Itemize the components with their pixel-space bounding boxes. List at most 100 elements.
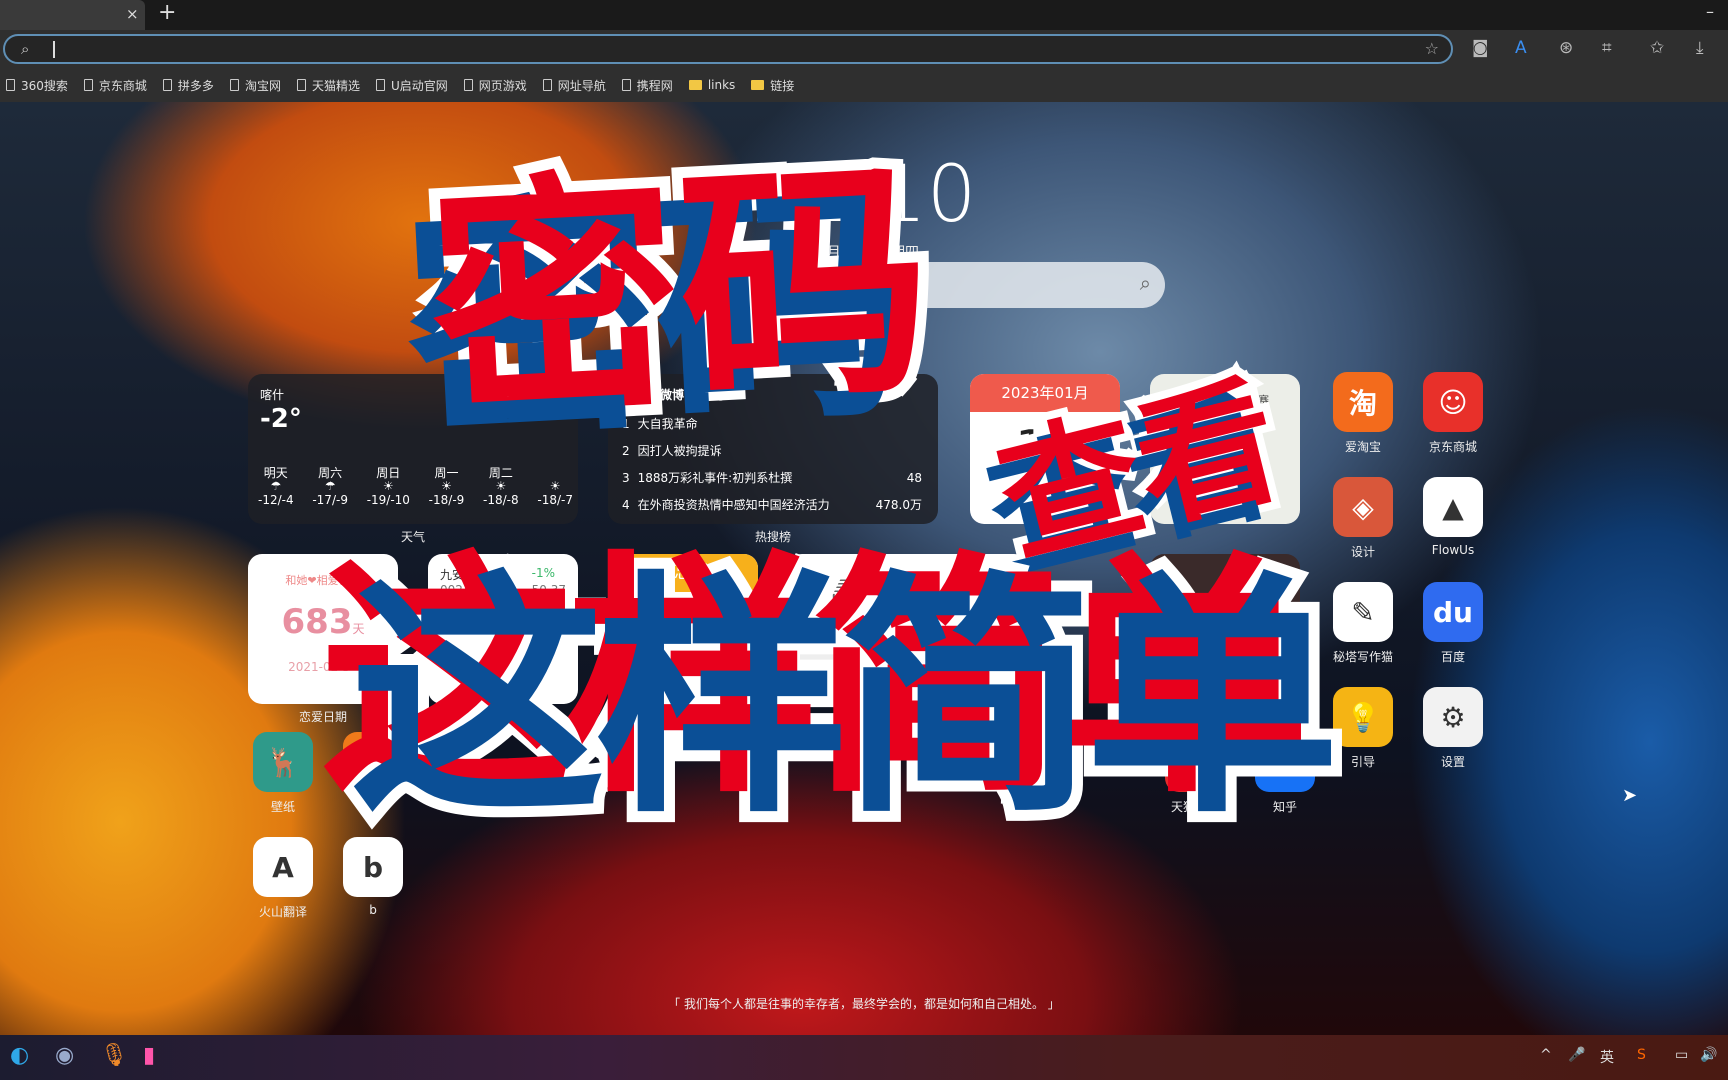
page-icon [162,79,172,91]
app-shortcut[interactable]: 🦌 壁纸 [238,732,328,815]
forecast-temp: -18/-9 [428,493,465,507]
bookmark-item[interactable]: 360搜索 [6,77,68,94]
app-shortcut[interactable]: ▲ FlowUs [1408,477,1498,560]
app-shortcut[interactable]: ✎ 秘塔写作猫 [1318,582,1408,665]
app-shortcut[interactable]: 💡 引导 [1318,687,1408,770]
bookmark-label: 拼多多 [177,78,214,93]
app-icon-4: ✎ [1333,582,1393,642]
hot-item[interactable]: 3 1888万彩礼事件:初判系杜撰 48 [622,464,922,491]
bookmark-item[interactable]: 淘宝网 [229,77,281,94]
forecast-temp: -19/-10 [366,493,410,507]
app-icon-2: ◈ [1333,477,1393,537]
app-shortcut[interactable]: 淘爱淘宝 [1318,372,1408,455]
app-label: 设计 [1350,545,1375,559]
tab-bar [0,0,1728,30]
app-grid-right: 淘爱淘宝 ☺ 京东商城 ◈ 设计 ▲ FlowUs ✎ 秘塔写作猫 du 百度 💡 引导 ⚙ 设置 [1318,372,1498,770]
browser-tab[interactable] [0,0,145,30]
favorites-icon[interactable]: ✩ [1650,38,1664,58]
app-shortcut[interactable]: bb [328,837,418,920]
sogou-icon[interactable]: S [1637,1047,1646,1063]
hot-title: 在外商投资热情中感知中国经济活力 [637,498,830,512]
app-label: b [369,903,377,917]
weather-icon: ☀ [495,479,507,493]
app-shortcut[interactable]: ◈ 设计 [1318,477,1408,560]
bookmark-item[interactable]: 携程网 [621,77,673,94]
forecast-day-name [537,464,573,479]
hot-item[interactable]: 2 因打人被拘提诉 [622,437,922,464]
forecast-temp: -18/-7 [537,493,573,507]
taskbar: ◐ ◉ 🎙 ▮ ^ 🎤 英 S ▭ 🔊 [0,1035,1728,1080]
hot-value: 478.0万 [875,498,922,512]
app-icon-5: du [1423,582,1483,642]
volume-icon[interactable]: 🔊 [1700,1047,1717,1063]
microphone-tray-icon[interactable]: 🎤 [1568,1047,1585,1063]
page-icon [375,79,385,91]
app-icon-6: 💡 [1333,687,1393,747]
app-shortcut[interactable]: du 百度 [1408,582,1498,665]
address-bar[interactable]: ⌕ ☆ [3,34,1453,64]
app-shortcut[interactable]: A 火山翻译 [238,837,328,920]
microphone-icon[interactable]: 🎙 [100,1043,128,1068]
network-icon[interactable]: ▭ [1675,1047,1688,1063]
mouse-cursor-icon: ➤ [1622,785,1638,806]
weather-forecast: 明天 ☂ -12/-4 周六 ☂ -17/-9 周日 ☀ -19/-10 周一 ☀ -18/-9 周二 ☀… [258,464,573,507]
bookmark-item[interactable]: links [688,78,736,92]
app-icon-0: 淘 [1333,372,1393,432]
grid-icon[interactable]: ⊛ [1559,38,1573,58]
page-icon [83,79,93,91]
bookmark-item[interactable]: 网页游戏 [463,77,527,94]
bookmark-label: 天猫精选 [311,78,360,93]
bookmark-item[interactable]: 网址导航 [542,77,606,94]
forecast-temp: -17/-9 [312,493,348,507]
folder-icon [688,80,702,90]
app-label: 百度 [1440,650,1465,664]
page-icon [463,79,473,91]
search-icon[interactable]: ⌕ [1140,271,1151,295]
page-icon [621,79,631,91]
star-settings-icon[interactable]: ☆ [1425,39,1439,58]
new-tab-page: 21:10 01月12日 星期四 ⌕ 喀什 -2° 明天 ☂ -12/-4 周六 ☂ -1… [0,102,1728,1035]
minimize-button[interactable]: – [1706,2,1714,21]
ime-indicator[interactable]: 英 [1600,1047,1614,1067]
screenshot-icon[interactable]: ⌗ [1602,38,1612,58]
app-icon-1: ☺ [1423,372,1483,432]
bookmark-label: links [707,78,736,92]
hot-rank: 3 [622,470,630,485]
app-label: 京东商城 [1428,440,1477,454]
chevron-up-icon[interactable]: ^ [1540,1047,1552,1063]
hot-title: 因打人被拘提诉 [637,444,722,458]
edge-icon[interactable]: ◐ [10,1043,29,1068]
download-icon[interactable]: ⤓ [1696,38,1704,58]
text-caret [53,41,55,58]
tab-close-icon[interactable]: × [126,5,139,23]
app-icon-7: ⚙ [1423,687,1483,747]
quote-text: 「 我们每个人都是往事的幸存者，最终学会的，都是如何和自己相处。 」 [668,997,1060,1011]
hot-value: 48 [906,470,922,485]
overlay-title-line1: 密码 [412,123,949,462]
app-label: 火山翻译 [258,905,307,919]
bookmark-item[interactable]: 天猫精选 [296,77,360,94]
forecast-day: ☀ -18/-7 [537,464,573,507]
page-icon [6,79,15,91]
page-icon [229,79,239,91]
forecast-day-name: 周二 [488,466,513,480]
weather-temp: -2° [260,404,302,434]
app-icon[interactable]: ▮ [143,1043,155,1068]
browser-icon[interactable]: ◉ [55,1043,74,1068]
app-shortcut[interactable]: ⚙ 设置 [1408,687,1498,770]
extension-icon[interactable]: ◙ [1472,38,1489,58]
new-tab-button[interactable]: + [158,0,176,25]
weather-icon: ☂ [270,479,282,493]
hot-item[interactable]: 4 在外商投资热情中感知中国经济活力 478.0万 [622,491,922,518]
bookmark-label: 链接 [770,78,795,93]
bookmark-item[interactable]: 京东商城 [83,77,147,94]
bookmark-item[interactable]: 链接 [751,77,794,94]
bookmark-item[interactable]: U启动官网 [375,77,448,94]
bookmark-item[interactable]: 拼多多 [162,77,214,94]
hot-search-label: 热搜榜 [754,530,791,544]
translate-icon[interactable]: A [1515,38,1527,58]
app-label: 秘塔写作猫 [1332,650,1393,664]
app-shortcut[interactable]: ☺ 京东商城 [1408,372,1498,455]
love-days: 683 [281,602,353,642]
app-label: 爱淘宝 [1344,440,1381,454]
